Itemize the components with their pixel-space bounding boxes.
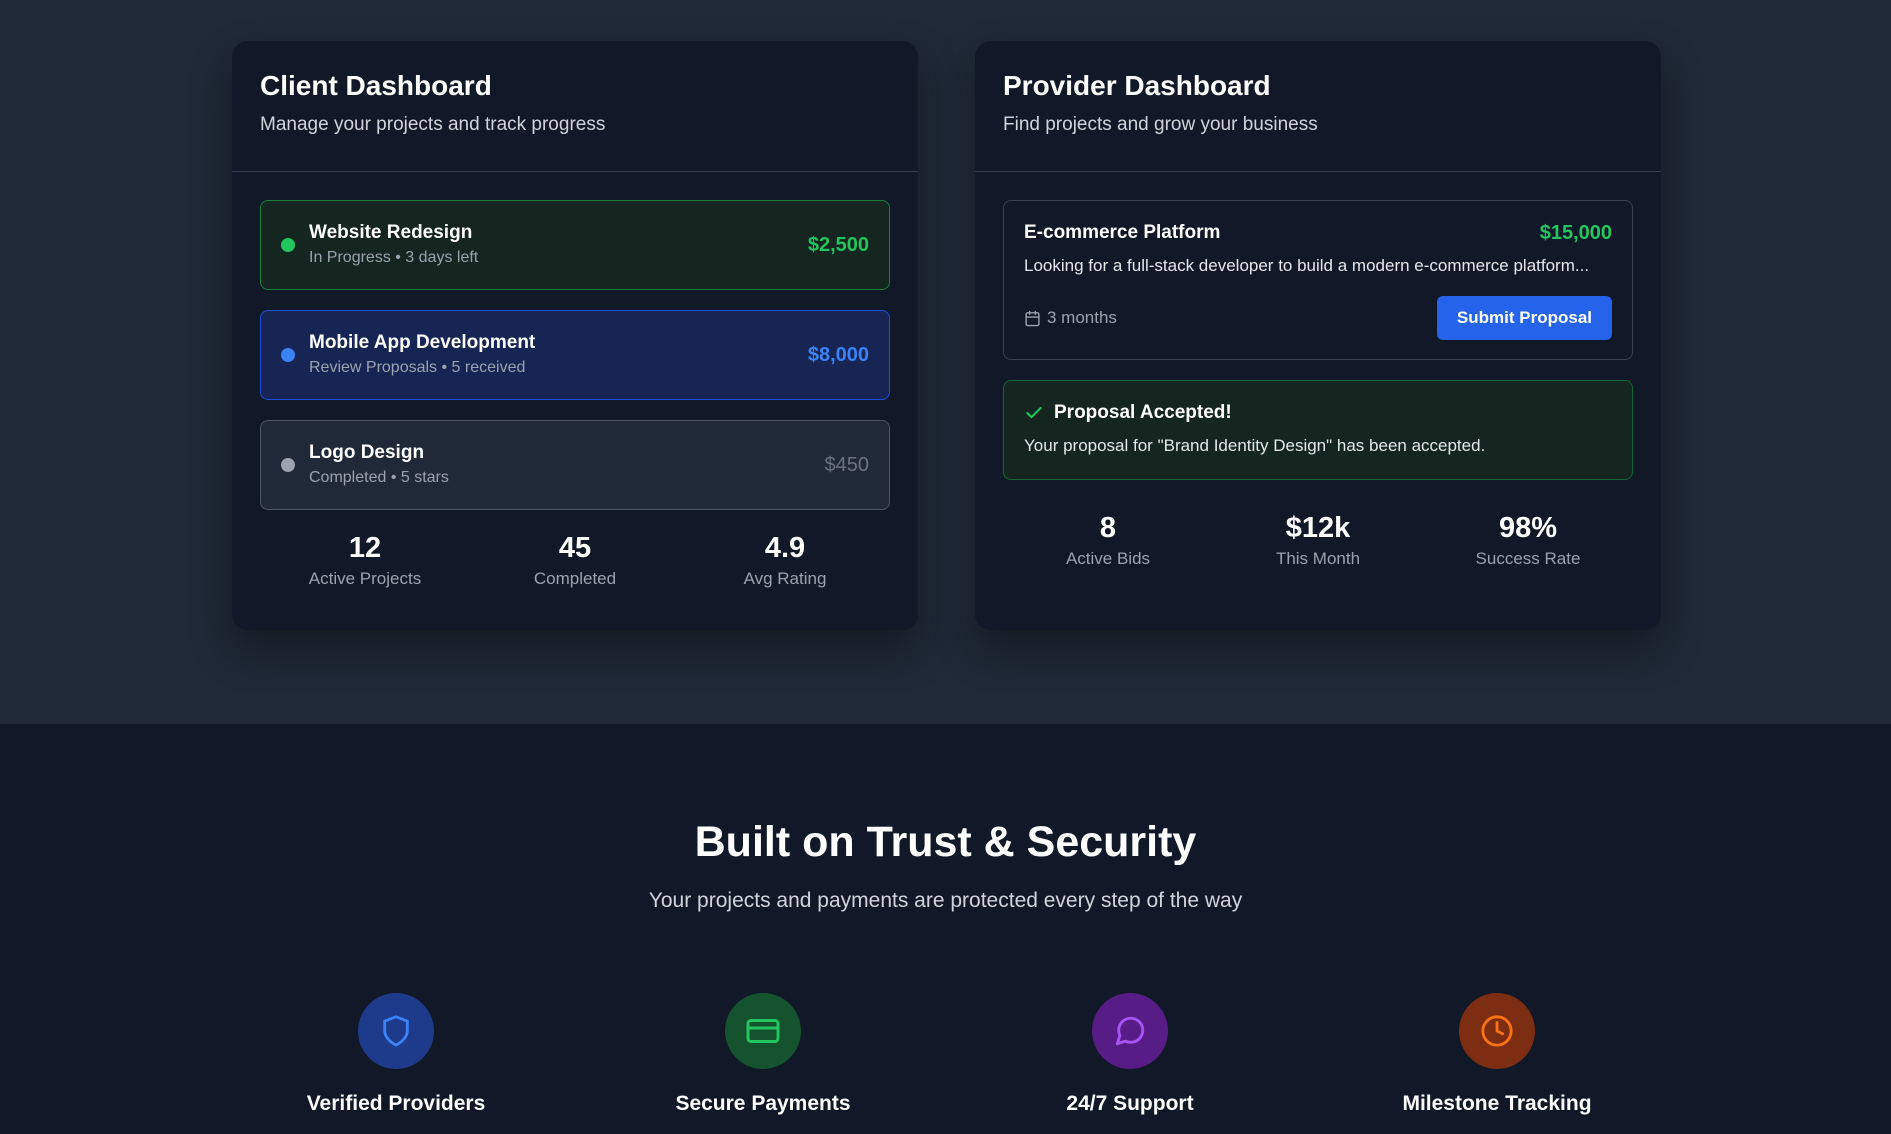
stat-label: Active Projects — [308, 569, 422, 588]
client-dashboard-panel: Client Dashboard Manage your projects an… — [232, 41, 918, 630]
project-price: $450 — [824, 453, 870, 476]
stat-label: Success Rate — [1475, 549, 1581, 568]
job-price: $15,000 — [1539, 221, 1612, 244]
stat-label: Avg Rating — [743, 569, 827, 588]
feature-label: Verified Providers — [306, 1092, 486, 1115]
stat-label: This Month — [1275, 549, 1361, 568]
clock-icon — [1481, 1015, 1513, 1047]
project-meta: In Progress • 3 days left — [309, 249, 479, 266]
feature-milestone-tracking: Milestone Tracking — [1377, 993, 1617, 1117]
stat-value: 4.9 — [764, 532, 806, 564]
project-item-website-redesign[interactable]: Website Redesign In Progress • 3 days le… — [260, 200, 890, 290]
feature-icon-circle — [1459, 993, 1535, 1069]
project-price: $8,000 — [807, 343, 869, 366]
feature-support: 24/7 Support — [1010, 993, 1250, 1117]
job-title: E-commerce Platform — [1024, 222, 1221, 243]
job-duration-text: 3 months — [1047, 308, 1117, 327]
feature-secure-payments: Secure Payments — [643, 993, 883, 1117]
stat-active-bids: 8 Active Bids — [1004, 510, 1212, 570]
client-dashboard-header: Client Dashboard Manage your projects an… — [232, 41, 918, 172]
credit-card-icon — [746, 1019, 780, 1043]
stat-completed: 45 Completed — [471, 530, 679, 590]
stat-this-month: $12k This Month — [1214, 510, 1422, 570]
project-price: $2,500 — [807, 233, 869, 256]
stat-label: Completed — [533, 569, 617, 588]
project-name: Mobile App Development — [309, 332, 536, 353]
stat-value: $12k — [1285, 512, 1351, 544]
provider-dashboard-header: Provider Dashboard Find projects and gro… — [975, 41, 1661, 172]
project-name: Logo Design — [309, 442, 425, 463]
provider-stats: 8 Active Bids $12k This Month 98% Succes… — [1003, 510, 1633, 570]
feature-label: 24/7 Support — [1066, 1092, 1194, 1115]
job-description: Looking for a full-stack developer to bu… — [1024, 256, 1590, 275]
status-dot — [281, 348, 295, 362]
trust-subtitle: Your projects and payments are protected… — [648, 889, 1243, 912]
feature-icon-circle — [1092, 993, 1168, 1069]
shield-icon — [383, 1015, 409, 1047]
trust-title: Built on Trust & Security — [694, 818, 1197, 866]
client-stats: 12 Active Projects 45 Completed 4.9 Avg … — [260, 530, 890, 590]
stat-value: 12 — [348, 532, 382, 564]
notification-title: Proposal Accepted! — [1054, 402, 1232, 423]
feature-icon-circle — [358, 993, 434, 1069]
project-meta: Review Proposals • 5 received — [309, 359, 526, 376]
feature-label: Milestone Tracking — [1402, 1092, 1592, 1115]
submit-proposal-button[interactable]: Submit Proposal — [1436, 296, 1612, 340]
notification-text: Your proposal for "Brand Identity Design… — [1024, 436, 1486, 455]
project-item-logo-design[interactable]: Logo Design Completed • 5 stars $450 — [260, 420, 890, 510]
stat-value: 45 — [558, 532, 592, 564]
feature-icon-circle — [725, 993, 801, 1069]
proposal-accepted-notification: Proposal Accepted! Your proposal for "Br… — [1003, 380, 1633, 480]
job-card[interactable]: E-commerce Platform $15,000 Looking for … — [1003, 200, 1633, 360]
project-name: Website Redesign — [309, 222, 473, 243]
stat-success-rate: 98% Success Rate — [1424, 510, 1632, 570]
stat-active-projects: 12 Active Projects — [261, 530, 469, 590]
stat-avg-rating: 4.9 Avg Rating — [681, 530, 889, 590]
provider-dashboard-title: Provider Dashboard — [1003, 70, 1271, 101]
status-dot — [281, 238, 295, 252]
project-meta: Completed • 5 stars — [309, 469, 449, 486]
chat-bubble-icon — [1115, 1016, 1145, 1046]
client-dashboard-subtitle: Manage your projects and track progress — [260, 114, 606, 135]
stat-value: 8 — [1099, 512, 1117, 544]
provider-dashboard-panel: Provider Dashboard Find projects and gro… — [975, 41, 1661, 630]
client-dashboard-title: Client Dashboard — [260, 70, 492, 101]
feature-label: Secure Payments — [675, 1092, 851, 1115]
project-item-mobile-app[interactable]: Mobile App Development Review Proposals … — [260, 310, 890, 400]
status-dot — [281, 458, 295, 472]
feature-verified-providers: Verified Providers — [276, 993, 516, 1117]
stat-label: Active Bids — [1065, 549, 1151, 568]
job-duration: 3 months — [1024, 308, 1117, 328]
stat-value: 98% — [1498, 512, 1558, 544]
calendar-icon — [1025, 310, 1040, 326]
provider-dashboard-subtitle: Find projects and grow your business — [1003, 114, 1318, 135]
checkmark-icon — [1026, 406, 1042, 419]
